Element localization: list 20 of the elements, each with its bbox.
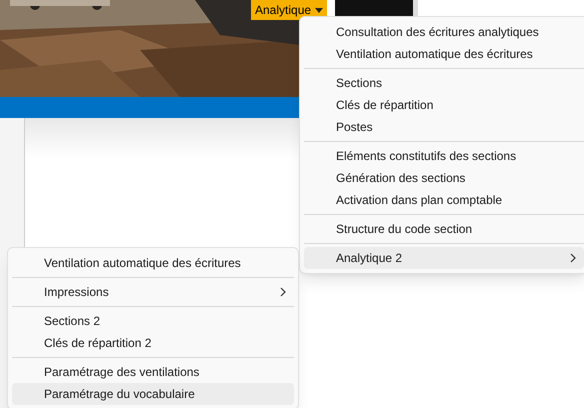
menu-item[interactable]: Sections bbox=[304, 72, 584, 94]
chevron-right-icon bbox=[280, 287, 286, 297]
analytique-menu-button[interactable]: Analytique bbox=[251, 0, 328, 20]
menu-item[interactable]: Paramétrage des ventilations bbox=[12, 361, 294, 383]
chevron-right-icon bbox=[570, 253, 576, 263]
menu-item[interactable]: Sections 2 bbox=[12, 310, 294, 332]
menu-item[interactable]: Structure du code section bbox=[304, 218, 584, 240]
menu-item[interactable]: Génération des sections bbox=[304, 167, 584, 189]
menu-item[interactable]: Activation dans plan comptable bbox=[304, 189, 584, 211]
menu-item[interactable]: Clés de répartition 2 bbox=[12, 332, 294, 354]
menu-item[interactable]: Paramétrage du vocabulaire bbox=[12, 383, 294, 405]
menu-item[interactable]: Ventilation automatique des écritures bbox=[12, 252, 294, 274]
menu-item[interactable]: Clés de répartition bbox=[304, 94, 584, 116]
caret-down-icon bbox=[315, 8, 324, 12]
menu-item[interactable]: Analytique 2 bbox=[304, 247, 584, 269]
menu-item[interactable]: Consultation des écritures analytiques bbox=[304, 21, 584, 43]
menu-item[interactable]: Impressions bbox=[12, 281, 294, 303]
menu-item[interactable]: Postes bbox=[304, 116, 584, 138]
menu-item[interactable]: Eléments constitutifs des sections bbox=[304, 145, 584, 167]
menu-item[interactable]: Ventilation automatique des écritures bbox=[304, 43, 584, 65]
